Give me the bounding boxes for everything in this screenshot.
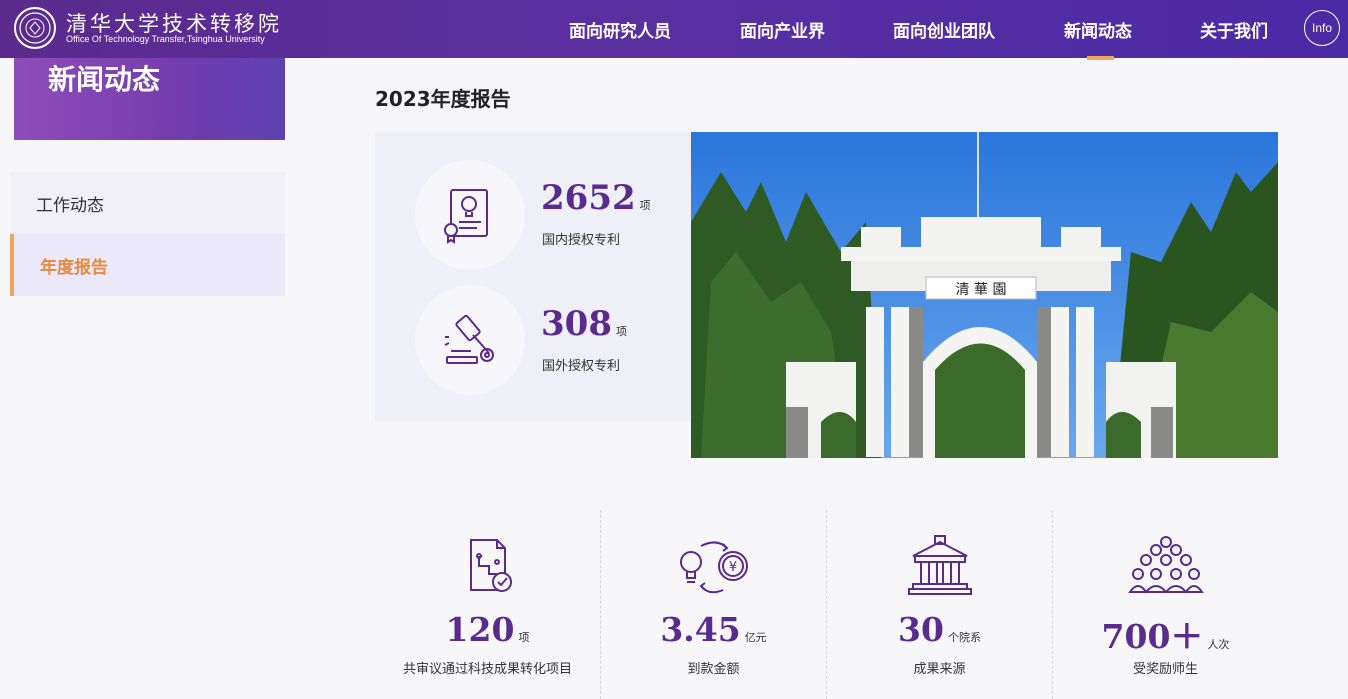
stat-awards-value: 700＋ 人次 (1053, 610, 1278, 658)
nav-item-researchers[interactable]: 面向研究人员 (569, 0, 671, 58)
nav-active-indicator (1087, 56, 1114, 60)
top-navigation-bar: 清华大学技术转移院 Office Of Technology Transfer,… (0, 0, 1348, 60)
money-exchange-icon: ¥ (679, 541, 748, 594)
stat-card-awards: 700＋ 人次 受奖励师生 (1052, 510, 1278, 699)
banner-decoration (164, 58, 285, 140)
stat-unit: 项 (518, 631, 530, 644)
stat-projects-value: 120 项 (375, 610, 600, 649)
stat-card-funds: ¥ 3.45 亿元 到款金额 (600, 510, 826, 699)
nav-item-news[interactable]: 新闻动态 (1064, 0, 1132, 58)
sidebar-item-work-news[interactable]: 工作动态 (10, 172, 285, 234)
certificate-icon (415, 160, 525, 270)
sidebar-item-annual-report[interactable]: 年度报告 (10, 234, 285, 296)
stat-value: 30 (898, 610, 944, 649)
info-button[interactable]: Info (1304, 10, 1340, 46)
stat-value: 700＋ (1101, 617, 1204, 656)
gate-sign: 清 華 園 (956, 282, 1007, 298)
page-title: 2023年度报告 (375, 87, 511, 111)
svg-text:¥: ¥ (728, 560, 736, 575)
stat-awards-label: 受奖励师生 (1132, 662, 1198, 677)
stat-unit: 项 (639, 199, 651, 212)
stat-unit: 项 (615, 325, 627, 338)
bottom-stats-row: 120 项 共审议通过科技成果转化项目 ¥ 3.45 亿元 到款金额 30 个院… (375, 510, 1278, 699)
stat-card-departments: 30 个院系 成果来源 (826, 510, 1052, 699)
stat-departments-value: 30 个院系 (827, 610, 1052, 649)
document-check-icon (469, 539, 512, 592)
stat-foreign-patents-value: 308 项 (541, 304, 627, 344)
people-group-icon (1127, 536, 1204, 594)
nav-item-startups[interactable]: 面向创业团队 (893, 0, 995, 58)
tsinghua-gate-photo: 清 華 園 (691, 132, 1278, 458)
stat-card-projects: 120 项 共审议通过科技成果转化项目 (375, 510, 600, 699)
tsinghua-logo-icon[interactable] (14, 7, 56, 49)
nav-item-industry[interactable]: 面向产业界 (740, 0, 825, 58)
stat-unit: 亿元 (744, 631, 767, 644)
stats-panel (375, 132, 691, 422)
stat-unit: 个院系 (947, 631, 981, 644)
gavel-icon (415, 285, 525, 395)
stat-departments-label: 成果来源 (913, 662, 966, 677)
stat-funds-value: 3.45 亿元 (601, 610, 826, 649)
stat-value: 120 (445, 610, 515, 649)
stat-foreign-patents-label: 国外授权专利 (542, 359, 621, 374)
sidebar-title: 新闻动态 (48, 63, 161, 96)
stat-unit: 人次 (1207, 638, 1230, 651)
building-icon (907, 535, 972, 595)
stat-domestic-patents-value: 2652 项 (541, 178, 651, 218)
brand-name-en[interactable]: Office Of Technology Transfer,Tsinghua U… (66, 34, 265, 44)
stat-value: 2652 (541, 178, 636, 218)
stat-value: 3.45 (660, 610, 741, 649)
stat-domestic-patents-label: 国内授权专利 (542, 233, 621, 248)
nav-item-about[interactable]: 关于我们 (1200, 0, 1268, 58)
stat-funds-label: 到款金额 (687, 662, 740, 677)
stat-projects-label: 共审议通过科技成果转化项目 (402, 662, 572, 677)
stat-value: 308 (541, 304, 612, 344)
